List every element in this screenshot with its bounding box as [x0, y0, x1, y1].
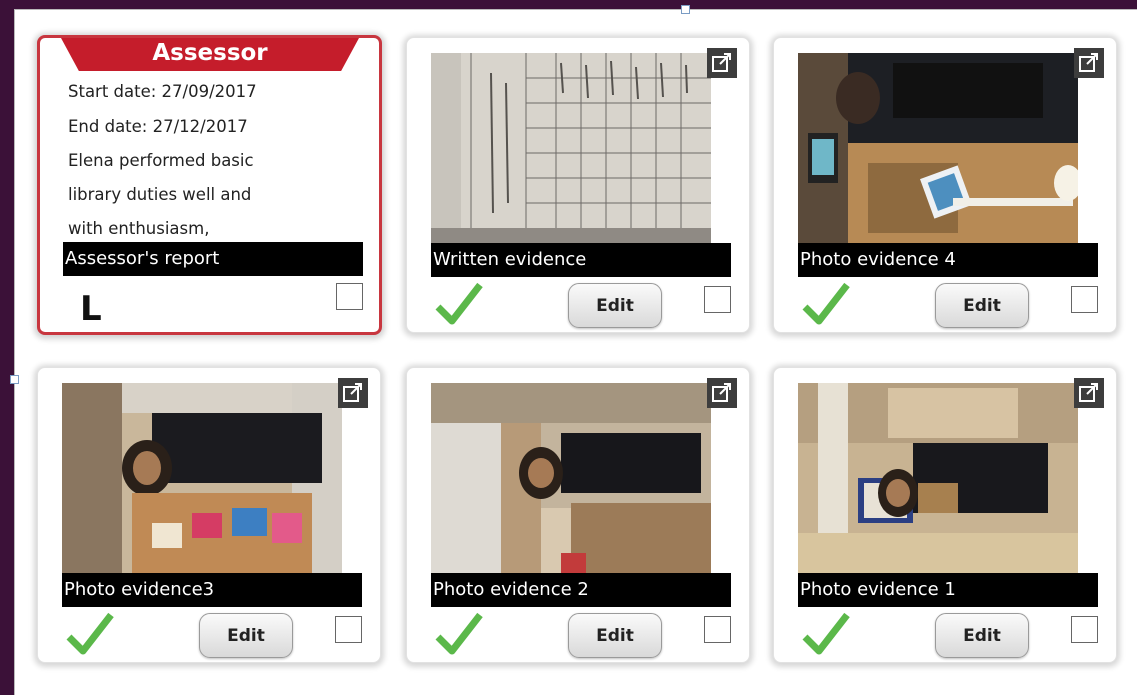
- assessor-mark: L: [80, 289, 102, 329]
- select-checkbox[interactable]: [1071, 616, 1098, 643]
- select-checkbox[interactable]: [704, 286, 731, 313]
- evidence-caption[interactable]: Photo evidence 1: [798, 573, 1098, 607]
- evidence-card-photo-1: Photo evidence 1 Edit: [773, 367, 1117, 663]
- edit-button[interactable]: Edit: [568, 283, 662, 328]
- assessor-select-checkbox[interactable]: [336, 283, 363, 310]
- report-line-3: with enthusiasm,: [68, 219, 210, 238]
- evidence-card-photo-3: Photo evidence3 Edit: [37, 367, 381, 663]
- report-line-1: Elena performed basic: [68, 151, 254, 170]
- assessor-card: Assessor Start date: 27/09/2017 End date…: [37, 35, 382, 335]
- evidence-photo[interactable]: [431, 53, 711, 243]
- evidence-photo[interactable]: [798, 53, 1078, 243]
- evidence-card-photo-2: Photo evidence 2 Edit: [406, 367, 750, 663]
- check-mark-icon: [435, 282, 483, 325]
- resize-handle-left[interactable]: [10, 375, 19, 384]
- evidence-caption[interactable]: Photo evidence3: [62, 573, 362, 607]
- select-checkbox[interactable]: [335, 616, 362, 643]
- evidence-card-written: Written evidence Edit: [406, 37, 750, 333]
- external-link-icon[interactable]: [707, 378, 737, 408]
- assessor-banner: Assessor: [61, 38, 359, 71]
- evidence-caption[interactable]: Written evidence: [431, 243, 731, 277]
- start-date: Start date: 27/09/2017: [68, 82, 257, 101]
- evidence-photo[interactable]: [62, 383, 342, 573]
- external-link-icon[interactable]: [1074, 48, 1104, 78]
- select-checkbox[interactable]: [704, 616, 731, 643]
- resize-handle-top[interactable]: [681, 5, 690, 14]
- edit-button[interactable]: Edit: [199, 613, 293, 658]
- report-line-2: library duties well and: [68, 185, 252, 204]
- evidence-card-photo-4: Photo evidence 4 Edit: [773, 37, 1117, 333]
- external-link-icon[interactable]: [707, 48, 737, 78]
- check-mark-icon: [802, 282, 850, 325]
- edit-button[interactable]: Edit: [935, 283, 1029, 328]
- end-date: End date: 27/12/2017: [68, 117, 248, 136]
- evidence-caption[interactable]: Photo evidence 2: [431, 573, 731, 607]
- external-link-icon[interactable]: [338, 378, 368, 408]
- edit-button[interactable]: Edit: [568, 613, 662, 658]
- evidence-grid: Assessor Start date: 27/09/2017 End date…: [10, 5, 1137, 695]
- evidence-caption[interactable]: Photo evidence 4: [798, 243, 1098, 277]
- evidence-photo[interactable]: [798, 383, 1078, 573]
- check-mark-icon: [802, 612, 850, 655]
- edit-button[interactable]: Edit: [935, 613, 1029, 658]
- check-mark-icon: [435, 612, 483, 655]
- assessor-report-caption[interactable]: Assessor's report: [63, 242, 363, 276]
- evidence-photo[interactable]: [431, 383, 711, 573]
- external-link-icon[interactable]: [1074, 378, 1104, 408]
- select-checkbox[interactable]: [1071, 286, 1098, 313]
- check-mark-icon: [66, 612, 114, 655]
